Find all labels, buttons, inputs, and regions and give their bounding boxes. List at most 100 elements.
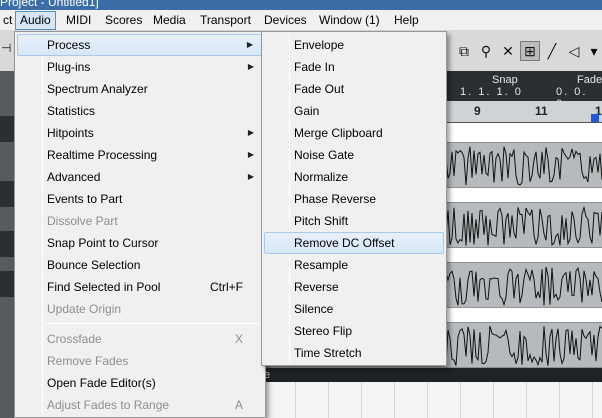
submenu-item-phase-reverse[interactable]: Phase Reverse [264, 188, 444, 210]
menu-item-bounce-selection[interactable]: Bounce Selection [17, 254, 263, 276]
menu-item-label: Envelope [294, 38, 345, 52]
audio-menu: Process ▶ Plug-ins ▶ Spectrum Analyzer S… [14, 31, 266, 418]
audio-waveform-track[interactable] [444, 142, 602, 188]
menu-item-crossfade: Crossfade X [17, 328, 263, 350]
menu-item-snap-point-to-cursor[interactable]: Snap Point to Cursor [17, 232, 263, 254]
mute-tool-icon[interactable]: ✕ [498, 41, 518, 61]
lower-zone-grid[interactable] [262, 382, 602, 418]
menu-devices[interactable]: Devices [260, 11, 311, 30]
snap-value[interactable]: 1. 1. 1. 0 [460, 86, 523, 98]
menu-item-label: Statistics [47, 104, 96, 118]
submenu-item-remove-dc-offset[interactable]: Remove DC Offset [264, 232, 444, 254]
submenu-item-silence[interactable]: Silence [264, 298, 444, 320]
menu-item-label: Adjust Fades to Range [47, 398, 170, 412]
menu-item-shortcut: A [234, 398, 243, 412]
submenu-item-resample[interactable]: Resample [264, 254, 444, 276]
ruler-mark: 9 [474, 104, 481, 118]
arrange-area[interactable] [444, 123, 602, 368]
waveform [444, 266, 602, 307]
menu-audio[interactable]: Audio [15, 11, 56, 30]
menu-item-events-to-part[interactable]: Events to Part [17, 188, 263, 210]
menu-item-label: Spectrum Analyzer [47, 82, 148, 96]
menu-item-process[interactable]: Process ▶ [17, 34, 263, 56]
menu-item-label: Remove DC Offset [294, 236, 395, 250]
menu-item-label: Phase Reverse [294, 192, 377, 206]
menu-item-label: Snap Point to Cursor [47, 236, 159, 250]
menu-help[interactable]: Help [390, 11, 423, 30]
waveform [444, 325, 602, 367]
submenu-item-fade-in[interactable]: Fade In [264, 56, 444, 78]
menu-item-label: Reverse [294, 280, 339, 294]
menu-item-label: Crossfade [47, 332, 102, 346]
menu-item-label: Gain [294, 104, 320, 118]
submenu-item-reverse[interactable]: Reverse [264, 276, 444, 298]
menu-transport[interactable]: Transport [196, 11, 255, 30]
glue-tool-icon[interactable]: ⧉ [454, 41, 474, 61]
snap-display: Snap 1. 1. 1. 0 Fade 0. 0. 0. [444, 71, 602, 110]
menu-midi[interactable]: MIDI [62, 11, 95, 30]
menu-item-label: Process [47, 38, 91, 52]
menu-item-dissolve-part: Dissolve Part [17, 210, 263, 232]
tool-icon[interactable]: ⊣ [1, 41, 11, 55]
zoom-tool-icon[interactable]: ⚲ [476, 41, 496, 61]
lower-zone-header: e [262, 368, 602, 382]
menu-item-plug-ins[interactable]: Plug-ins ▶ [17, 56, 263, 78]
submenu-arrow-icon: ▶ [246, 40, 253, 49]
submenu-item-merge-clipboard[interactable]: Merge Clipboard [264, 122, 444, 144]
menu-item-remove-fades: Remove Fades [17, 350, 263, 372]
audio-waveform-track[interactable] [444, 202, 602, 248]
menu-item-label: Find Selected in Pool [47, 280, 161, 294]
draw-tool-icon[interactable]: ╱ [542, 41, 562, 61]
menu-separator [45, 323, 263, 324]
menu-item-update-origin: Update Origin [17, 298, 263, 320]
submenu-item-normalize[interactable]: Normalize [264, 166, 444, 188]
menu-item-spectrum-analyzer[interactable]: Spectrum Analyzer [17, 78, 263, 100]
menu-media[interactable]: Media [149, 11, 190, 30]
speaker-tool-icon[interactable]: ◁ [564, 41, 584, 61]
fade-label: Fade [577, 74, 602, 86]
menu-window[interactable]: Window (1) [315, 11, 384, 30]
menu-item-label: Time Stretch [294, 346, 362, 360]
snap-label: Snap [492, 74, 518, 86]
locator-marker[interactable] [591, 114, 599, 122]
process-submenu: Envelope Fade In Fade Out Gain Merge Cli… [261, 31, 447, 366]
submenu-arrow-icon: ▶ [247, 62, 254, 71]
submenu-arrow-icon: ▶ [247, 128, 254, 137]
menu-item-label: Fade In [294, 60, 335, 74]
menu-item-label: Remove Fades [47, 354, 129, 368]
menu-item-label: Update Origin [47, 302, 122, 316]
menu-item-label: Resample [294, 258, 349, 272]
timeline-ruler[interactable]: 9 11 1 [444, 101, 602, 123]
audio-waveform-track[interactable] [444, 262, 602, 308]
submenu-item-fade-out[interactable]: Fade Out [264, 78, 444, 100]
submenu-item-time-stretch[interactable]: Time Stretch [264, 342, 444, 364]
menu-item-label: Dissolve Part [47, 214, 118, 228]
window-title-bar: Project - Untitled1] [0, 0, 602, 10]
dropdown-arrow-icon[interactable]: ▾ [584, 41, 602, 61]
submenu-item-gain[interactable]: Gain [264, 100, 444, 122]
menu-item-label: Hitpoints [47, 126, 94, 140]
menu-project[interactable]: ct [0, 11, 16, 30]
submenu-arrow-icon: ▶ [247, 172, 254, 181]
menu-item-open-fade-editors[interactable]: Open Fade Editor(s) [17, 372, 263, 394]
menu-item-label: Stereo Flip [294, 324, 353, 338]
audio-waveform-track[interactable] [444, 322, 602, 368]
menu-item-find-selected-in-pool[interactable]: Find Selected in Pool Ctrl+F [17, 276, 263, 298]
menu-item-adjust-fades-to-range: Adjust Fades to Range A [17, 394, 263, 416]
submenu-arrow-icon: ▶ [247, 150, 254, 159]
submenu-item-stereo-flip[interactable]: Stereo Flip [264, 320, 444, 342]
menu-item-label: Bounce Selection [47, 258, 141, 272]
time-warp-tool-icon[interactable]: ⊞ [520, 41, 540, 61]
submenu-item-noise-gate[interactable]: Noise Gate [264, 144, 444, 166]
submenu-item-envelope[interactable]: Envelope [264, 34, 444, 56]
menu-item-advanced[interactable]: Advanced ▶ [17, 166, 263, 188]
tool-palette: ⧉ ⚲ ✕ ⊞ ╱ ◁ ▾ [444, 31, 602, 71]
menu-item-realtime-processing[interactable]: Realtime Processing ▶ [17, 144, 263, 166]
menu-item-label: Events to Part [47, 192, 123, 206]
menu-item-hitpoints[interactable]: Hitpoints ▶ [17, 122, 263, 144]
submenu-item-pitch-shift[interactable]: Pitch Shift [264, 210, 444, 232]
menu-item-statistics[interactable]: Statistics [17, 100, 263, 122]
menu-scores[interactable]: Scores [101, 11, 146, 30]
menu-item-label: Fade Out [294, 82, 345, 96]
menu-item-label: Advanced [47, 170, 101, 184]
